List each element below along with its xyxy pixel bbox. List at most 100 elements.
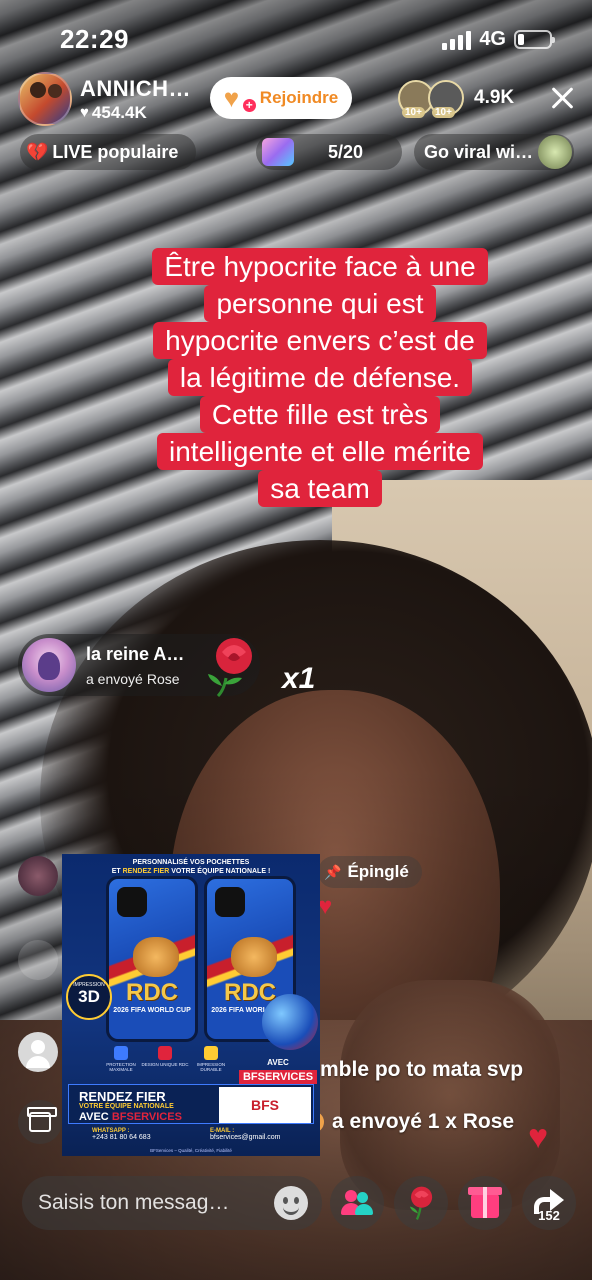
caption-overlay: Être hypocrite face à une personne qui e… [118, 248, 522, 507]
network-type: 4G [479, 28, 506, 50]
ad-brand-block: AVEC BFSERVICES [238, 1058, 318, 1085]
trophy-icon [204, 1046, 218, 1060]
join-button[interactable]: ♥ + Rejoindre [210, 77, 352, 119]
camera-icon [215, 887, 245, 917]
rose-icon [409, 1186, 433, 1220]
phone-subtitle: 2026 FIFA WORLD CUP [113, 1007, 191, 1014]
shield-icon [114, 1046, 128, 1060]
ad-banner-sub: VOTRE ÉQUIPE NATIONALE [79, 1103, 174, 1110]
gift-multiplier: x1 [282, 662, 316, 695]
ad-header-prefix: ET [111, 868, 123, 875]
sender-avatar[interactable] [22, 638, 76, 692]
gift-icon [468, 1187, 502, 1218]
share-button[interactable]: 152 [522, 1176, 576, 1230]
pinned-label[interactable]: 📌 Épinglé [318, 856, 422, 888]
camera-icon [117, 887, 147, 917]
phone-icon [158, 1046, 172, 1060]
gift-icon [27, 1107, 57, 1132]
feature-item: DESIGN UNIQUE RDC [140, 1046, 190, 1067]
leopard-icon [231, 937, 277, 977]
ad-banner-brand: AVEC BFSERVICES [79, 1111, 182, 1123]
ad-header-suffix: VOTRE ÉQUIPE NATIONALE ! [169, 868, 271, 875]
feature-item: PROTECTION MAXIMALE [96, 1046, 146, 1072]
3d-print-badge: IMPRESSION 3D [66, 974, 112, 1020]
ad-whatsapp: WHATSAPP : +243 81 80 64 683 [92, 1128, 151, 1141]
ad-email: E-MAIL : bfservices@gmail.com [210, 1128, 281, 1141]
host-info[interactable]: ANNICH… ♥ 454.4K [18, 72, 191, 126]
ad-avec-label: AVEC [267, 1058, 289, 1067]
heart-icon: ♥ [318, 893, 333, 920]
caption-line: hypocrite envers c’est de [153, 322, 487, 359]
host-name: ANNICH… [80, 75, 192, 101]
go-viral-label: Go viral wi… [424, 141, 534, 162]
host-avatar[interactable] [18, 72, 72, 126]
top-viewers[interactable]: 10+ 10+ 4.9K [398, 80, 514, 118]
chat-gift-text: a envoyé 1 x Rose [332, 1110, 515, 1133]
comment-input-bar[interactable] [22, 1176, 322, 1230]
status-time: 22:29 [60, 24, 129, 54]
live-popular-pill[interactable]: 💔 LIVE populaire [20, 134, 196, 170]
go-viral-pill[interactable]: Go viral wi… [414, 134, 574, 170]
chat-message: mble po to mata svp [320, 1058, 524, 1081]
gift-box-button[interactable] [18, 1100, 62, 1144]
viewer-avatar[interactable]: 10+ [428, 80, 464, 118]
comment-input[interactable] [38, 1191, 270, 1215]
deer-icon [538, 135, 572, 169]
signal-icon [442, 30, 472, 50]
phone-title: RDC [126, 979, 178, 1006]
ad-banner: RENDEZ FIER VOTRE ÉQUIPE NATIONALE AVEC … [68, 1084, 314, 1124]
live-popular-label: LIVE populaire [52, 141, 179, 162]
multi-guest-button[interactable] [330, 1176, 384, 1230]
viewer-level-badge: 10+ [432, 107, 455, 118]
chat-avatar[interactable] [18, 856, 58, 896]
default-avatar-icon[interactable] [18, 1032, 58, 1072]
ad-header-line2: ET RENDEZ FIER VOTRE ÉQUIPE NATIONALE ! [62, 867, 320, 876]
ad-footer: BFServices – Qualité, Créativité, Fiabil… [150, 1148, 232, 1153]
status-indicators: 4G [442, 28, 555, 51]
gem-icon [262, 138, 294, 166]
rose-icon [208, 638, 252, 698]
ad-banner-title: RENDEZ FIER [79, 1089, 166, 1104]
viewer-count[interactable]: 4.9K [474, 87, 514, 109]
multi-guest-icon [339, 1188, 375, 1218]
ranking-label: 5/20 [328, 141, 364, 162]
product-ad-card[interactable]: PERSONNALISÉ VOS POCHETTES ET RENDEZ FIE… [62, 854, 320, 1156]
pin-icon: 📌 [324, 863, 342, 880]
status-bar: 22:29 4G [0, 0, 592, 70]
caption-line: sa team [258, 470, 382, 507]
gift-action: a envoyé [86, 670, 143, 687]
gift-description: a envoyé Rose [86, 671, 184, 687]
ranking-pill[interactable]: 5/20 [256, 134, 402, 170]
rose-gift-button[interactable] [394, 1176, 448, 1230]
close-icon[interactable] [546, 82, 578, 114]
gift-button[interactable] [458, 1176, 512, 1230]
viewer-level-badge: 10+ [402, 107, 425, 118]
ad-brand: BFSERVICES [238, 1070, 318, 1084]
caption-line: intelligente et elle mérite [157, 433, 483, 470]
sender-name: la reine A… [86, 643, 185, 664]
emoji-icon[interactable] [274, 1186, 308, 1220]
gift-notification-text: la reine A… a envoyé Rose [86, 644, 184, 687]
ad-header-line1: PERSONNALISÉ VOS POCHETTES [132, 859, 250, 866]
broken-heart-icon: 💔 [26, 141, 49, 162]
badge-big-text: 3D [78, 987, 100, 1006]
like-heart-icon: ♥ [528, 1118, 549, 1156]
bfs-logo: BFS [219, 1087, 311, 1123]
caption-line: Cette fille est très [199, 396, 441, 433]
share-count: 152 [538, 1208, 560, 1223]
caption-line: la légitime de défense. [167, 359, 473, 396]
caption-line: personne qui est [204, 285, 436, 322]
phone-case-image: RDC 2026 FIFA WORLD CUP [106, 876, 198, 1042]
pinned-text: Épinglé [347, 862, 409, 881]
caption-line: Être hypocrite face à une [152, 248, 488, 285]
ad-header-highlight: RENDEZ FIER [122, 868, 170, 875]
battery-icon [514, 30, 555, 49]
heart-icon: ♥ [80, 104, 89, 121]
chat-gift-message: a envoyé 1 x Rose [302, 1110, 514, 1134]
ad-header: PERSONNALISÉ VOS POCHETTES ET RENDEZ FIE… [62, 854, 320, 876]
host-likes: ♥ 454.4K [80, 103, 191, 123]
host-text: ANNICH… ♥ 454.4K [80, 76, 191, 123]
fan-club-heart-icon: ♥ + [224, 84, 256, 112]
chat-avatar[interactable] [18, 940, 58, 980]
battery-level [518, 34, 524, 45]
